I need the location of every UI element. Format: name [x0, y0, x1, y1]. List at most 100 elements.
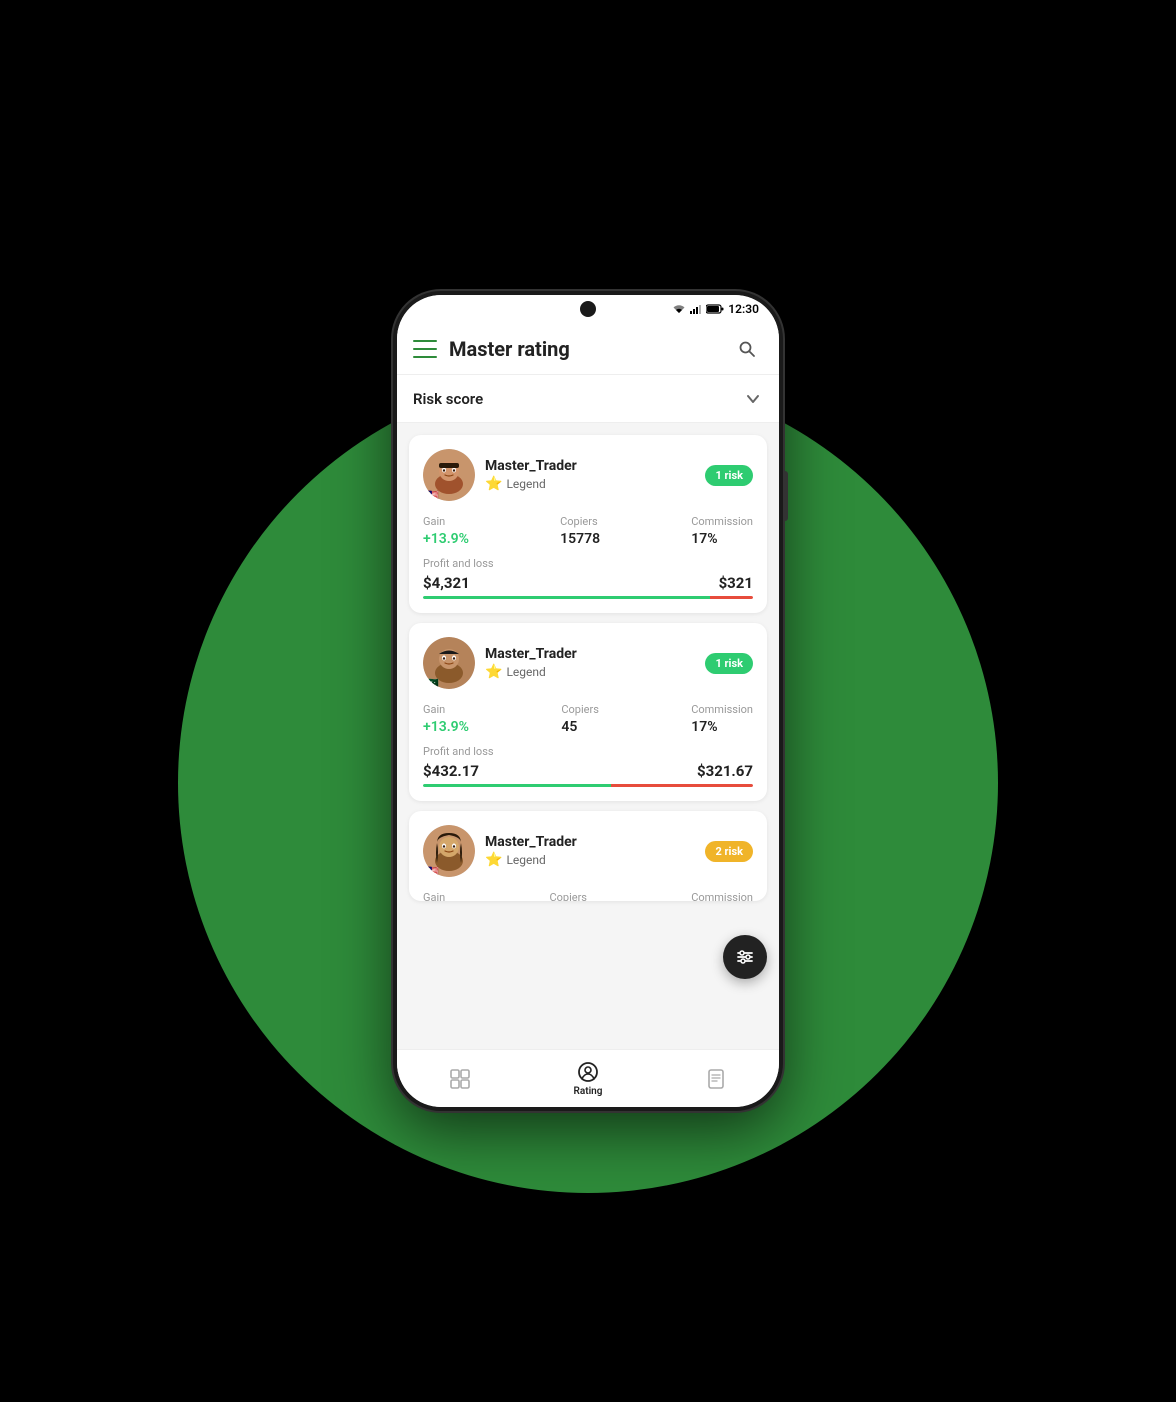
- page-title: Master rating: [449, 337, 731, 361]
- pnl-right-2: $321.67: [697, 762, 753, 780]
- search-icon: [737, 339, 757, 359]
- pnl-row-1: $4,321 $321: [423, 574, 753, 592]
- stat-gain-value-1: +13.9%: [423, 531, 469, 547]
- bottom-nav: Rating: [397, 1049, 779, 1107]
- trader-name-2: Master_Trader: [485, 646, 705, 662]
- star-icon-2: ⭐: [485, 664, 502, 680]
- flag-badge-2: 🇵🇰: [423, 677, 441, 689]
- battery-icon: [706, 304, 724, 314]
- camera-notch: [580, 301, 596, 317]
- signal-icon: [690, 304, 702, 314]
- risk-badge-1: 1 risk: [705, 465, 753, 486]
- stat-gain-3: Gain: [423, 891, 445, 901]
- pnl-row-2: $432.17 $321.67: [423, 762, 753, 780]
- stat-copiers-value-2: 45: [561, 719, 599, 735]
- stats-row-1: Gain +13.9% Copiers 15778 Commission 17%: [423, 515, 753, 547]
- card-header-1: 🇲🇾 Master_Trader ⭐ Legend 1 risk: [423, 449, 753, 501]
- stat-copiers-value-1: 15778: [560, 531, 600, 547]
- avatar-2: 🇵🇰: [423, 637, 475, 689]
- stat-commission-value-2: 17%: [691, 719, 753, 735]
- trader-card[interactable]: 🇲🇾 Master_Trader ⭐ Legend 1 risk: [409, 435, 767, 613]
- pnl-section-1: Profit and loss $4,321 $321: [423, 557, 753, 599]
- card-header-3: 🇲🇾 Master_Trader ⭐ Legend 2 risk: [423, 825, 753, 877]
- pnl-section-2: Profit and loss $432.17 $321.67: [423, 745, 753, 787]
- stat-commission-value-1: 17%: [691, 531, 753, 547]
- risk-badge-3: 2 risk: [705, 841, 753, 862]
- stat-gain-2: Gain +13.9%: [423, 703, 469, 735]
- trader-card-3[interactable]: 🇲🇾 Master_Trader ⭐ Legend 2 risk: [409, 811, 767, 901]
- stat-copiers-label-2: Copiers: [561, 703, 599, 716]
- trader-name-3: Master_Trader: [485, 834, 705, 850]
- stat-copiers-1: Copiers 15778: [560, 515, 600, 547]
- avatar-3: 🇲🇾: [423, 825, 475, 877]
- menu-line-3: [413, 356, 437, 358]
- trader-badge-2: ⭐ Legend: [485, 664, 705, 680]
- filter-row[interactable]: Risk score: [397, 375, 779, 423]
- stat-copiers-3: Copiers: [549, 891, 587, 901]
- chevron-down-icon[interactable]: [743, 389, 763, 409]
- pnl-label-1: Profit and loss: [423, 557, 753, 570]
- stat-gain-1: Gain +13.9%: [423, 515, 469, 547]
- trader-info-2: Master_Trader ⭐ Legend: [485, 646, 705, 680]
- badge-label-3: Legend: [506, 853, 545, 867]
- stat-copiers-label-3: Copiers: [549, 891, 587, 901]
- search-button[interactable]: [731, 333, 763, 365]
- stat-copiers-label-1: Copiers: [560, 515, 600, 528]
- trader-name-1: Master_Trader: [485, 458, 705, 474]
- nav-rating-icon: [576, 1060, 600, 1084]
- stat-gain-label-2: Gain: [423, 703, 469, 716]
- progress-bar-2: [423, 784, 753, 787]
- pnl-left-2: $432.17: [423, 762, 479, 780]
- menu-line-1: [413, 340, 437, 342]
- pnl-label-2: Profit and loss: [423, 745, 753, 758]
- nav-home-icon: [448, 1067, 472, 1091]
- flag-badge-3: 🇲🇾: [423, 865, 441, 877]
- trader-card-2[interactable]: 🇵🇰 Master_Trader ⭐ Legend 1 risk: [409, 623, 767, 801]
- pnl-right-1: $321: [719, 574, 753, 592]
- progress-green-1: [423, 596, 710, 599]
- badge-label-2: Legend: [506, 665, 545, 679]
- progress-green-2: [423, 784, 611, 787]
- progress-red-1: [710, 596, 753, 599]
- avatar-1: 🇲🇾: [423, 449, 475, 501]
- pnl-left-1: $4,321: [423, 574, 470, 592]
- sliders-icon: [735, 947, 755, 967]
- stat-copiers-2: Copiers 45: [561, 703, 599, 735]
- nav-item-home[interactable]: [448, 1067, 472, 1091]
- stat-gain-value-2: +13.9%: [423, 719, 469, 735]
- phone-frame: 12:30 Master rating: [393, 291, 783, 1111]
- badge-label-1: Legend: [506, 477, 545, 491]
- stat-commission-label-3: Commission: [691, 891, 753, 901]
- trader-info-1: Master_Trader ⭐ Legend: [485, 458, 705, 492]
- progress-red-2: [611, 784, 753, 787]
- stat-commission-1: Commission 17%: [691, 515, 753, 547]
- status-time: 12:30: [728, 302, 759, 316]
- trader-badge-3: ⭐ Legend: [485, 852, 705, 868]
- phone-device: 12:30 Master rating: [393, 291, 783, 1111]
- nav-rating-label: Rating: [574, 1086, 603, 1097]
- flag-badge-1: 🇲🇾: [423, 489, 441, 501]
- nav-item-rating[interactable]: Rating: [574, 1060, 603, 1097]
- stat-gain-label-3: Gain: [423, 891, 445, 901]
- trader-badge-1: ⭐ Legend: [485, 476, 705, 492]
- stat-gain-label-1: Gain: [423, 515, 469, 528]
- side-button: [784, 471, 788, 521]
- nav-item-docs[interactable]: [704, 1067, 728, 1091]
- trader-info-3: Master_Trader ⭐ Legend: [485, 834, 705, 868]
- progress-bar-1: [423, 596, 753, 599]
- phone-screen: 12:30 Master rating: [397, 295, 779, 1107]
- app-header: Master rating: [397, 323, 779, 375]
- stats-row-2: Gain +13.9% Copiers 45 Commission 17%: [423, 703, 753, 735]
- menu-line-2: [413, 348, 437, 350]
- filter-label: Risk score: [413, 390, 743, 408]
- filter-fab-button[interactable]: [723, 935, 767, 979]
- star-icon-1: ⭐: [485, 476, 502, 492]
- stat-commission-label-1: Commission: [691, 515, 753, 528]
- stat-commission-2: Commission 17%: [691, 703, 753, 735]
- wifi-icon: [672, 304, 686, 314]
- stat-commission-label-2: Commission: [691, 703, 753, 716]
- nav-docs-icon: [704, 1067, 728, 1091]
- content-area: 🇲🇾 Master_Trader ⭐ Legend 1 risk: [397, 423, 779, 1049]
- risk-badge-2: 1 risk: [705, 653, 753, 674]
- menu-icon[interactable]: [413, 340, 437, 358]
